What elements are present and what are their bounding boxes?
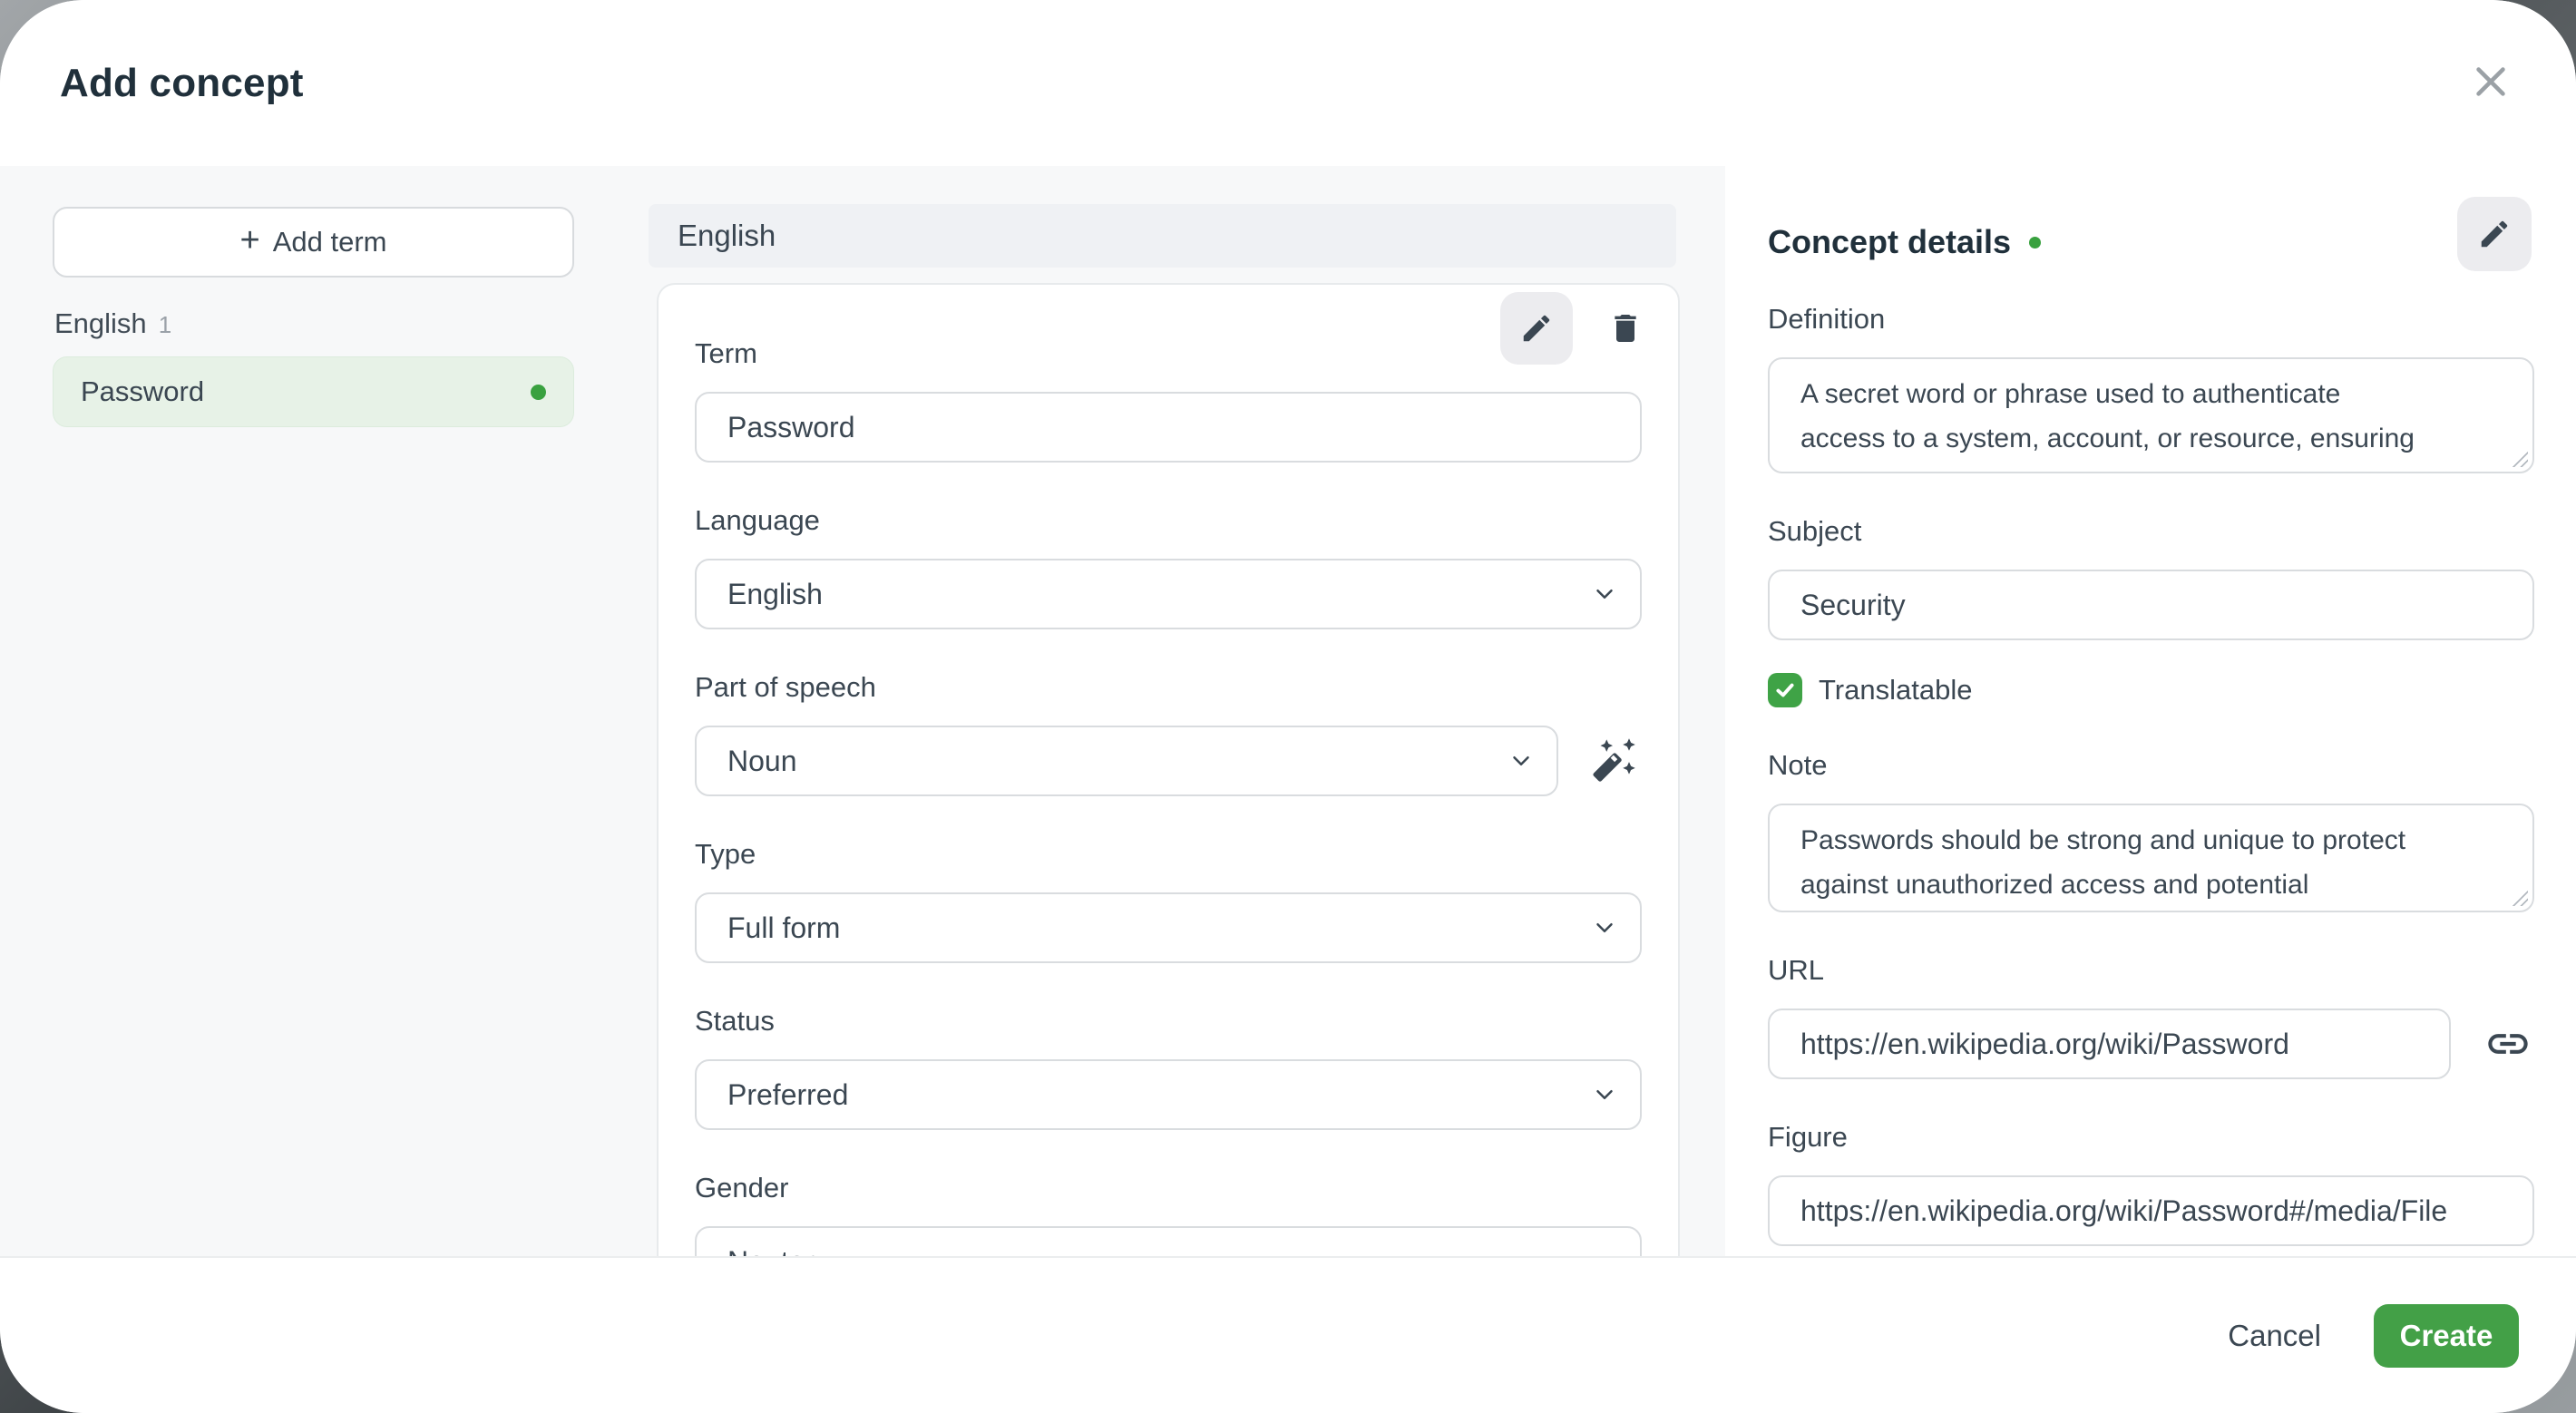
status-select-value: Preferred <box>727 1077 849 1111</box>
delete-icon <box>1615 315 1636 342</box>
plus-icon: + <box>239 221 260 259</box>
term-list-item-password[interactable]: Password <box>53 356 574 427</box>
url-input[interactable] <box>1768 1009 2451 1079</box>
part-of-speech-select[interactable]: Noun <box>695 726 1558 796</box>
gender-field-label: Gender <box>695 1172 789 1203</box>
definition-text: A secret word or phrase used to authenti… <box>1800 379 2415 472</box>
language-group-header: English 1 <box>53 307 574 340</box>
delete-term-button[interactable] <box>1600 292 1651 365</box>
gender-select[interactable]: Neuter <box>695 1226 1642 1256</box>
edit-icon <box>1523 315 1550 342</box>
type-select[interactable]: Full form <box>695 892 1642 963</box>
definition-field-label: Definition <box>1768 303 1886 335</box>
concept-details-title: Concept details <box>1768 223 2012 260</box>
resize-handle-icon[interactable] <box>2510 449 2528 467</box>
term-section-header: English <box>649 204 1676 268</box>
dialog-body: + Add term English 1 Password English Te… <box>0 166 2576 1256</box>
chevron-down-icon <box>1591 1081 1618 1108</box>
figure-field-label: Figure <box>1768 1121 1848 1153</box>
term-item-label: Password <box>81 375 205 407</box>
chevron-down-icon <box>1591 914 1618 941</box>
translatable-checkbox[interactable] <box>1768 673 1802 707</box>
translatable-label: Translatable <box>1819 674 1973 706</box>
add-concept-dialog: Add concept + Add term English 1 Passwor… <box>0 0 2576 1413</box>
magic-wand-icon <box>1593 738 1635 782</box>
term-input[interactable] <box>695 392 1642 463</box>
dialog-footer: Cancel Create <box>0 1256 2576 1413</box>
concept-details-header: Concept details <box>1768 223 2534 261</box>
translatable-row: Translatable <box>1768 673 2534 707</box>
term-editor-column: English Term Language English <box>644 166 1725 1256</box>
url-row <box>1768 1009 2534 1079</box>
chevron-down-icon <box>1508 747 1535 775</box>
note-textarea[interactable]: Passwords should be strong and unique to… <box>1768 804 2534 912</box>
language-field-label: Language <box>695 504 820 536</box>
check-icon <box>1776 683 1794 697</box>
part-of-speech-field-label: Part of speech <box>695 671 876 703</box>
note-text: Passwords should be strong and unique to… <box>1800 825 2406 900</box>
gender-select-value: Neuter <box>727 1245 815 1257</box>
status-field-label: Status <box>695 1005 775 1037</box>
link-icon[interactable] <box>2482 1018 2534 1070</box>
edit-icon <box>2481 220 2508 248</box>
close-icon[interactable] <box>2465 56 2516 107</box>
language-select-value: English <box>727 577 823 610</box>
terms-sidebar: + Add term English 1 Password <box>0 166 644 1256</box>
part-of-speech-row: Noun <box>695 726 1642 796</box>
type-field-label: Type <box>695 838 756 870</box>
part-of-speech-select-value: Noun <box>727 744 797 777</box>
language-select[interactable]: English <box>695 559 1642 629</box>
term-status-dot <box>531 384 546 400</box>
subject-field-label: Subject <box>1768 515 1862 547</box>
edit-term-button[interactable] <box>1500 292 1573 365</box>
group-language-label: English <box>54 307 147 339</box>
resize-handle-icon[interactable] <box>2510 888 2528 906</box>
term-card: Term Language English Part of speech Nou… <box>657 283 1680 1256</box>
term-card-actions <box>1500 292 1651 365</box>
create-button[interactable]: Create <box>2374 1303 2519 1368</box>
concept-details-panel: Concept details Definition A secret word… <box>1725 166 2576 1256</box>
chevron-down-icon <box>1591 1248 1618 1256</box>
status-select[interactable]: Preferred <box>695 1059 1642 1130</box>
figure-input[interactable] <box>1768 1175 2534 1246</box>
dialog-header: Add concept <box>0 0 2576 166</box>
edit-concept-details-button[interactable] <box>2457 197 2532 271</box>
cancel-button[interactable]: Cancel <box>2228 1319 2321 1353</box>
concept-status-dot <box>2029 236 2042 248</box>
type-select-value: Full form <box>727 911 841 944</box>
magic-wand-button[interactable] <box>1584 726 1642 796</box>
note-field-label: Note <box>1768 749 1828 781</box>
subject-input[interactable] <box>1768 570 2534 640</box>
definition-textarea[interactable]: A secret word or phrase used to authenti… <box>1768 357 2534 473</box>
add-term-label: Add term <box>272 226 387 258</box>
url-field-label: URL <box>1768 954 1825 986</box>
chevron-down-icon <box>1591 580 1618 608</box>
group-term-count: 1 <box>158 311 172 338</box>
term-section-header-label: English <box>678 219 776 252</box>
add-term-button[interactable]: + Add term <box>53 207 574 278</box>
page-title: Add concept <box>60 60 304 105</box>
